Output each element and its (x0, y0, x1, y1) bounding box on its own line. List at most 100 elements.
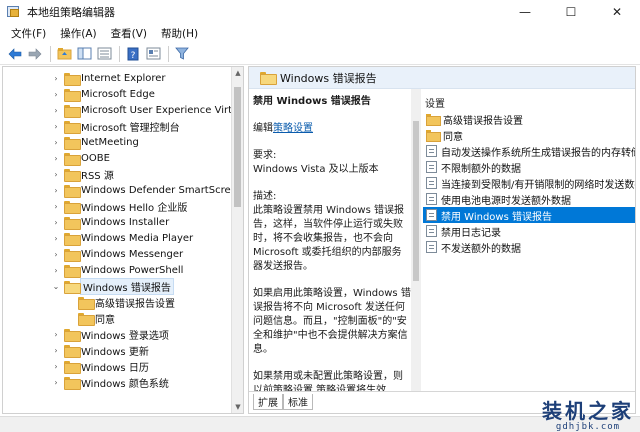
collapsed-chevron-icon[interactable]: › (51, 266, 61, 275)
setting-label: 禁用日志记录 (441, 227, 501, 239)
tree-item-label: Windows Messenger (81, 248, 184, 260)
up-folder-button[interactable] (55, 45, 73, 63)
tree-item[interactable]: › Microsoft 管理控制台 (51, 118, 243, 134)
expanded-chevron-icon[interactable]: ⌄ (51, 282, 61, 291)
collapsed-chevron-icon[interactable]: › (51, 362, 61, 371)
tree-item-label: 高级错误报告设置 (95, 298, 175, 310)
toolbar: ? (0, 43, 640, 65)
description-paragraph-3: 如果禁用或未配置此策略设置，则以前策略设置 策略设置将生效 (253, 371, 403, 391)
collapsed-chevron-icon[interactable]: › (51, 202, 61, 211)
settings-column-header[interactable]: 设置 (425, 95, 445, 110)
back-button[interactable] (6, 45, 24, 63)
collapsed-chevron-icon[interactable]: › (51, 154, 61, 163)
forward-button[interactable] (26, 45, 44, 63)
tree-item[interactable]: › Windows PowerShell (51, 262, 243, 278)
description-scrollbar[interactable] (411, 89, 421, 391)
menu-help[interactable]: 帮助(H) (154, 26, 205, 41)
tree-item[interactable]: › OOBE (51, 150, 243, 166)
policy-setting-row[interactable]: 使用电池电源时发送额外数据 (423, 191, 635, 207)
collapsed-chevron-icon[interactable]: › (51, 330, 61, 339)
tree-item[interactable]: › Windows Installer (51, 214, 243, 230)
folder-icon (260, 72, 277, 85)
policy-setting-icon (426, 193, 437, 205)
back-arrow-icon (8, 47, 22, 60)
properties-button[interactable] (144, 45, 162, 63)
tree-item-label: Windows Defender SmartScreen (81, 184, 244, 196)
collapsed-chevron-icon[interactable]: › (51, 234, 61, 243)
tree-item-label: 同意 (95, 314, 115, 326)
tree-item[interactable]: › Microsoft Edge (51, 86, 243, 102)
tree-item[interactable]: › Internet Explorer (51, 70, 243, 86)
maximize-button[interactable]: ☐ (548, 0, 594, 24)
tree-scrollbar[interactable]: ▲ ▼ (231, 67, 243, 413)
collapsed-chevron-icon[interactable]: › (51, 186, 61, 195)
folder-icon (64, 152, 81, 166)
close-icon: ✕ (611, 5, 623, 19)
setting-label: 自动发送操作系统所生成错误报告的内存转储 (441, 147, 635, 159)
tree-item[interactable]: › Windows 颜色系统 (51, 374, 243, 390)
folder-icon (64, 232, 81, 246)
menu-action[interactable]: 操作(A) (53, 26, 103, 41)
tab-extended[interactable]: 扩展 (253, 394, 283, 410)
folder-icon (64, 200, 81, 214)
tree-item[interactable]: › NetMeeting (51, 134, 243, 150)
list-icon (97, 47, 111, 60)
tree-item[interactable]: › RSS 源 (51, 166, 243, 182)
menu-view[interactable]: 查看(V) (104, 26, 154, 41)
console-tree-icon (77, 47, 91, 60)
tree-item-label: Windows 错误报告 (80, 277, 174, 295)
collapsed-chevron-icon[interactable]: › (51, 122, 61, 131)
setting-label: 不限制额外的数据 (441, 163, 521, 175)
collapsed-chevron-icon[interactable]: › (51, 74, 61, 83)
scroll-down-icon[interactable]: ▼ (232, 401, 243, 413)
setting-folder-row[interactable]: 同意 (423, 127, 635, 143)
tree-item-label: Microsoft 管理控制台 (81, 122, 180, 134)
tree-item[interactable]: › Windows Messenger (51, 246, 243, 262)
console-tree[interactable]: › Internet Explorer › Microsoft Edge › Micros… (2, 66, 244, 414)
tab-standard[interactable]: 标准 (283, 394, 313, 410)
menu-file[interactable]: 文件(F) (4, 26, 53, 41)
collapsed-chevron-icon[interactable]: › (51, 138, 61, 147)
scrollbar-thumb[interactable] (234, 87, 241, 207)
title-bar: 本地组策略编辑器 — ☐ ✕ (0, 0, 640, 24)
tree-item[interactable]: 同意 (65, 310, 243, 326)
tree-item[interactable]: › Windows Defender SmartScreen (51, 182, 244, 198)
setting-folder-row[interactable]: 高级错误报告设置 (423, 111, 635, 127)
edit-policy-link[interactable]: 策略设置 (273, 123, 313, 134)
tree-item[interactable]: › Windows Media Player (51, 230, 243, 246)
scrollbar-thumb[interactable] (413, 121, 419, 281)
collapsed-chevron-icon[interactable]: › (51, 106, 61, 115)
policy-editor-app-icon (7, 5, 21, 19)
folder-icon (64, 88, 81, 102)
policy-setting-row[interactable]: 自动发送操作系统所生成错误报告的内存转储 (423, 143, 635, 159)
collapsed-chevron-icon[interactable]: › (51, 250, 61, 259)
scroll-up-icon[interactable]: ▲ (232, 67, 243, 79)
tree-item[interactable]: › Microsoft User Experience Virtualizatio… (51, 102, 243, 118)
tree-item[interactable]: 高级错误报告设置 (65, 294, 243, 310)
menu-bar: 文件(F) 操作(A) 查看(V) 帮助(H) (0, 24, 640, 43)
tree-item[interactable]: › Windows 更新 (51, 342, 243, 358)
folder-icon (64, 248, 81, 262)
policy-setting-row[interactable]: 禁用日志记录 (423, 223, 635, 239)
minimize-button[interactable]: — (502, 0, 548, 24)
filter-button[interactable] (173, 45, 191, 63)
policy-setting-row[interactable]: 不发送额外的数据 (423, 239, 635, 255)
policy-setting-row[interactable]: 不限制额外的数据 (423, 159, 635, 175)
folder-icon (78, 296, 95, 310)
tree-item[interactable]: ⌄ Windows 错误报告 (51, 277, 243, 295)
show-hide-tree-button[interactable] (75, 45, 93, 63)
collapsed-chevron-icon[interactable]: › (51, 90, 61, 99)
list-view-button[interactable] (95, 45, 113, 63)
collapsed-chevron-icon[interactable]: › (51, 346, 61, 355)
collapsed-chevron-icon[interactable]: › (51, 170, 61, 179)
collapsed-chevron-icon[interactable]: › (51, 218, 61, 227)
policy-setting-row[interactable]: 禁用 Windows 错误报告 (423, 207, 635, 223)
tree-item[interactable]: › Windows 登录选项 (51, 326, 243, 342)
policy-setting-row[interactable]: 当连接到受限制/有开销限制的网络时发送数据 (423, 175, 635, 191)
close-button[interactable]: ✕ (594, 0, 640, 24)
tree-item[interactable]: › Windows 日历 (51, 358, 243, 374)
tree-item[interactable]: › Windows Hello 企业版 (51, 198, 243, 214)
collapsed-chevron-icon[interactable]: › (51, 378, 61, 387)
site-watermark: 装机之家 gdhjbk.com (542, 400, 634, 432)
help-button[interactable]: ? (124, 45, 142, 63)
